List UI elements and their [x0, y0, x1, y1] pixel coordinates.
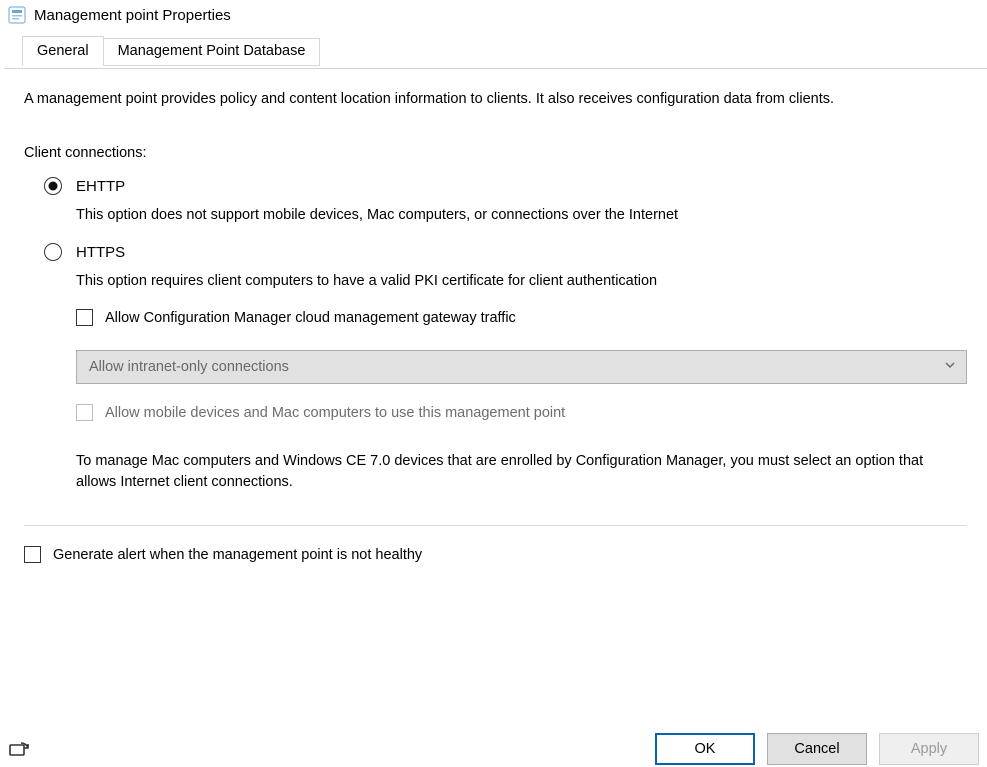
tab-management-point-database[interactable]: Management Point Database [103, 38, 321, 66]
checkbox-icon [76, 309, 93, 326]
connections-dropdown: Allow intranet-only connections [76, 350, 967, 384]
tab-strip: General Management Point Database [22, 36, 320, 66]
checkbox-icon [24, 546, 41, 563]
chevron-down-icon [944, 359, 956, 375]
checkbox-cmg-label: Allow Configuration Manager cloud manage… [105, 310, 516, 326]
radio-icon [44, 243, 62, 261]
radio-https-label: HTTPS [76, 244, 125, 261]
checkbox-cmg-traffic[interactable]: Allow Configuration Manager cloud manage… [76, 309, 967, 326]
title-bar: Management point Properties [0, 0, 987, 28]
internet-note: To manage Mac computers and Windows CE 7… [76, 451, 967, 493]
separator [24, 525, 967, 526]
client-connections-group: EHTTP This option does not support mobil… [44, 177, 967, 493]
ok-button[interactable]: OK [655, 733, 755, 765]
radio-ehttp-label: EHTTP [76, 178, 125, 195]
window-body: General Management Point Database A mana… [4, 36, 987, 763]
tab-general[interactable]: General [22, 36, 104, 66]
apply-button: Apply [879, 733, 979, 765]
window-title: Management point Properties [34, 7, 231, 24]
refresh-icon[interactable] [8, 739, 30, 765]
ehttp-help-text: This option does not support mobile devi… [76, 207, 967, 223]
checkbox-mobile-label: Allow mobile devices and Mac computers t… [105, 405, 565, 421]
dropdown-value: Allow intranet-only connections [89, 359, 289, 375]
radio-icon [44, 177, 62, 195]
radio-ehttp[interactable]: EHTTP [44, 177, 967, 195]
description-text: A management point provides policy and c… [24, 91, 967, 107]
cancel-button[interactable]: Cancel [767, 733, 867, 765]
radio-https[interactable]: HTTPS [44, 243, 967, 261]
tab-panel-general: A management point provides policy and c… [4, 68, 987, 763]
dialog-buttons: OK Cancel Apply [655, 733, 979, 765]
https-help-text: This option requires client computers to… [76, 273, 967, 289]
checkbox-generate-alert[interactable]: Generate alert when the management point… [24, 546, 967, 563]
checkbox-mobile-mac: Allow mobile devices and Mac computers t… [76, 404, 967, 421]
client-connections-label: Client connections: [24, 145, 967, 161]
checkbox-alert-label: Generate alert when the management point… [53, 547, 422, 563]
checkbox-icon [76, 404, 93, 421]
app-icon [8, 6, 26, 24]
